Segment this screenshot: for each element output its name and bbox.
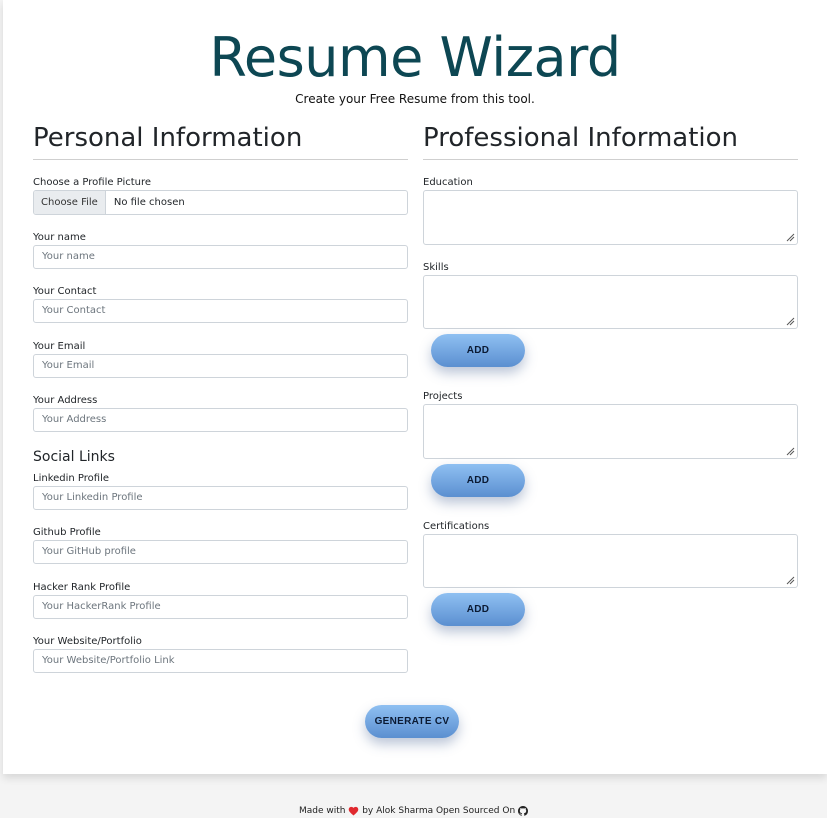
certifications-textarea[interactable] bbox=[423, 534, 798, 588]
linkedin-input[interactable]: Your Linkedin Profile bbox=[33, 486, 408, 510]
address-input[interactable]: Your Address bbox=[33, 408, 408, 432]
resize-grip-icon[interactable] bbox=[785, 316, 795, 326]
personal-information-section: Personal Information Choose a Profile Pi… bbox=[33, 118, 408, 673]
hackerrank-label: Hacker Rank Profile bbox=[33, 582, 131, 593]
projects-textarea[interactable] bbox=[423, 404, 798, 459]
address-label: Your Address bbox=[33, 395, 98, 406]
github-icon[interactable] bbox=[518, 806, 529, 816]
professional-information-heading: Professional Information bbox=[423, 123, 739, 153]
social-links-heading: Social Links bbox=[33, 449, 115, 465]
projects-label: Projects bbox=[423, 391, 463, 402]
add-project-button[interactable]: ADD bbox=[431, 464, 525, 497]
resize-grip-icon[interactable] bbox=[785, 575, 795, 585]
resize-grip-icon[interactable] bbox=[785, 446, 795, 456]
footer-credit: by Alok Sharma Open Sourced On bbox=[362, 806, 516, 816]
professional-divider bbox=[423, 159, 798, 160]
website-label: Your Website/Portfolio bbox=[33, 636, 142, 647]
professional-information-section: Professional Information Education Skill… bbox=[423, 118, 798, 626]
page-subtitle: Create your Free Resume from this tool. bbox=[295, 92, 535, 106]
email-input[interactable]: Your Email bbox=[33, 354, 408, 378]
add-certification-button[interactable]: ADD bbox=[431, 593, 525, 626]
file-status-text: No file chosen bbox=[113, 197, 185, 208]
page-title: Resume Wizard bbox=[209, 26, 621, 89]
personal-information-heading: Personal Information bbox=[33, 123, 303, 153]
linkedin-label: Linkedin Profile bbox=[33, 473, 110, 484]
education-label: Education bbox=[423, 177, 473, 188]
resize-grip-icon[interactable] bbox=[785, 232, 795, 242]
generate-cv-button[interactable]: GENERATE CV bbox=[365, 705, 459, 738]
heart-icon bbox=[349, 806, 359, 816]
choose-file-button[interactable]: Choose File bbox=[34, 191, 106, 214]
name-input[interactable]: Your name bbox=[33, 245, 408, 269]
email-label: Your Email bbox=[33, 341, 86, 352]
add-skill-button[interactable]: ADD bbox=[431, 334, 525, 367]
skills-label: Skills bbox=[423, 262, 449, 273]
contact-label: Your Contact bbox=[33, 286, 97, 297]
contact-input[interactable]: Your Contact bbox=[33, 299, 408, 323]
resume-form-card: Resume Wizard Create your Free Resume fr… bbox=[3, 0, 827, 774]
personal-divider bbox=[33, 159, 408, 160]
skills-textarea[interactable] bbox=[423, 275, 798, 329]
hackerrank-input[interactable]: Your HackerRank Profile bbox=[33, 595, 408, 619]
github-input[interactable]: Your GitHub profile bbox=[33, 540, 408, 564]
github-label: Github Profile bbox=[33, 527, 101, 538]
profile-picture-input[interactable]: Choose File No file chosen bbox=[33, 190, 408, 215]
certifications-label: Certifications bbox=[423, 521, 490, 532]
name-label: Your name bbox=[33, 232, 86, 243]
profile-picture-label: Choose a Profile Picture bbox=[33, 177, 152, 188]
website-input[interactable]: Your Website/Portfolio Link bbox=[33, 649, 408, 673]
footer: Made with by Alok Sharma Open Sourced On bbox=[0, 805, 827, 818]
footer-made-with: Made with bbox=[298, 806, 346, 816]
education-textarea[interactable] bbox=[423, 190, 798, 245]
